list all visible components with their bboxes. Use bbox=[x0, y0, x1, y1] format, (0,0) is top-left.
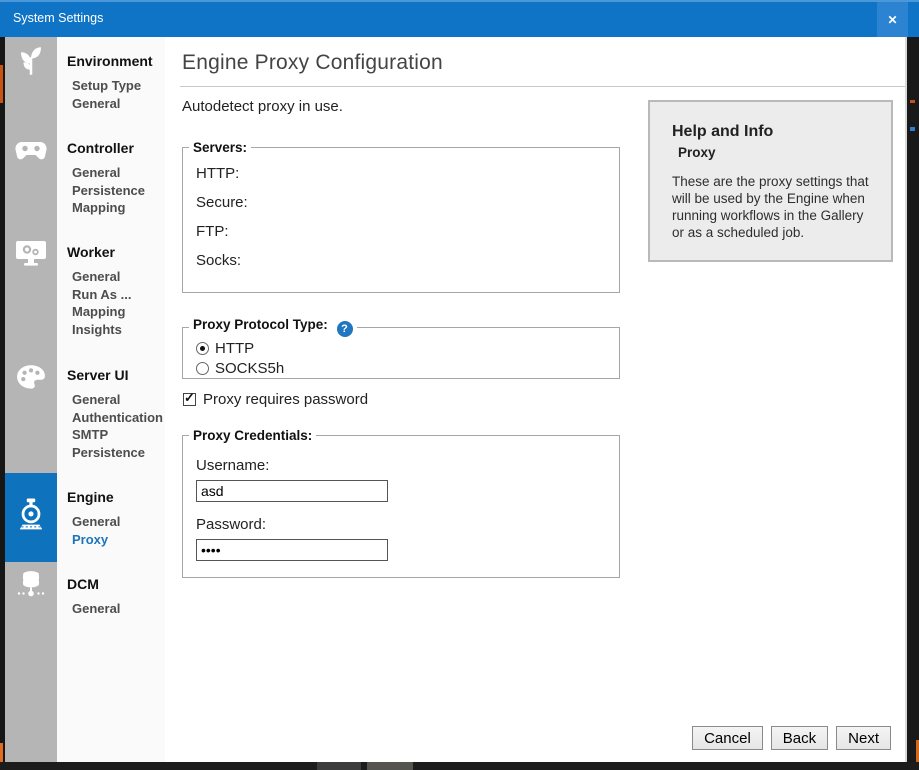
system-settings-dialog: Environment Setup Type General Controlle… bbox=[5, 37, 907, 762]
proxy-credentials-group: Proxy Credentials: Username: Password: bbox=[182, 428, 620, 578]
nav-section-environment: Environment Setup Type General bbox=[67, 53, 163, 112]
nav-section-engine: Engine General Proxy bbox=[67, 489, 163, 548]
nav-item-serverui-authentication[interactable]: Authentication bbox=[72, 409, 163, 427]
nav-header-environment: Environment bbox=[67, 53, 163, 69]
nav-item-serverui-persistence[interactable]: Persistence bbox=[72, 444, 163, 462]
nav-item-worker-general[interactable]: General bbox=[72, 268, 163, 286]
help-panel-title: Help and Info bbox=[672, 123, 879, 141]
proxy-password-checkbox-row[interactable]: ✓ Proxy requires password bbox=[183, 391, 368, 408]
content-pane: Engine Proxy Configuration Autodetect pr… bbox=[165, 37, 905, 762]
taskbar-segment bbox=[367, 762, 413, 770]
close-button[interactable]: ✕ bbox=[877, 2, 908, 37]
nav-item-serverui-smtp[interactable]: SMTP bbox=[72, 426, 163, 444]
radio-http[interactable] bbox=[196, 342, 209, 355]
password-input[interactable] bbox=[196, 539, 388, 561]
username-label: Username: bbox=[196, 457, 619, 474]
icon-rail bbox=[5, 37, 57, 762]
proxy-protocol-legend: Proxy Protocol Type: bbox=[193, 317, 328, 332]
content-header: Engine Proxy Configuration bbox=[180, 51, 905, 87]
cancel-button[interactable]: Cancel bbox=[692, 726, 763, 750]
background-orange-sliver bbox=[0, 743, 3, 763]
nav-item-engine-general[interactable]: General bbox=[72, 513, 163, 531]
taskbar-segment bbox=[317, 762, 361, 770]
background-app-right-edge bbox=[907, 37, 919, 770]
proxy-password-checkbox[interactable]: ✓ bbox=[183, 393, 196, 406]
nav-header-engine: Engine bbox=[67, 489, 163, 505]
nav-item-worker-mapping[interactable]: Mapping bbox=[72, 303, 163, 321]
next-button[interactable]: Next bbox=[836, 726, 891, 750]
proxy-credentials-legend: Proxy Credentials: bbox=[193, 428, 312, 443]
database-network-icon bbox=[5, 570, 57, 600]
help-and-info-panel: Help and Info Proxy These are the proxy … bbox=[648, 100, 893, 262]
proxy-password-checkbox-label: Proxy requires password bbox=[203, 391, 368, 408]
background-orange-sliver bbox=[0, 65, 3, 103]
nav-header-dcm: DCM bbox=[67, 576, 163, 592]
seedling-icon bbox=[5, 46, 57, 76]
nav-item-dcm-general[interactable]: General bbox=[72, 600, 163, 618]
nav-item-setup-type[interactable]: Setup Type bbox=[72, 77, 163, 95]
nav-item-worker-run-as[interactable]: Run As ... bbox=[72, 286, 163, 304]
nav-item-serverui-general[interactable]: General bbox=[72, 391, 163, 409]
server-row-socks: Socks: bbox=[183, 246, 619, 275]
wizard-button-row: Cancel Back Next bbox=[692, 726, 891, 750]
server-row-ftp: FTP: bbox=[183, 217, 619, 246]
nav-item-environment-general[interactable]: General bbox=[72, 95, 163, 113]
help-question-icon[interactable]: ? bbox=[337, 321, 353, 337]
nav-section-server-ui: Server UI General Authentication SMTP Pe… bbox=[67, 367, 163, 461]
background-speck bbox=[910, 127, 915, 131]
nav-item-controller-general[interactable]: General bbox=[72, 164, 163, 182]
nav-item-engine-proxy[interactable]: Proxy bbox=[72, 531, 163, 549]
help-panel-body: These are the proxy settings that will b… bbox=[672, 173, 879, 241]
back-button[interactable]: Back bbox=[771, 726, 828, 750]
nav-item-controller-mapping[interactable]: Mapping bbox=[72, 199, 163, 217]
nav-section-worker: Worker General Run As ... Mapping Insigh… bbox=[67, 244, 163, 338]
username-input[interactable] bbox=[196, 480, 388, 502]
palette-icon bbox=[5, 364, 57, 390]
background-app-left-edge bbox=[0, 37, 5, 770]
locomotive-icon bbox=[16, 498, 46, 537]
radio-socks5h-label: SOCKS5h bbox=[215, 360, 284, 377]
nav-section-dcm: DCM General bbox=[67, 576, 163, 618]
checkmark-icon: ✓ bbox=[184, 390, 195, 406]
active-section-tile-engine[interactable] bbox=[5, 473, 57, 562]
background-speck bbox=[910, 100, 915, 103]
radio-socks5h[interactable] bbox=[196, 362, 209, 375]
servers-group: Servers: HTTP: Secure: FTP: Socks: bbox=[182, 140, 620, 293]
titlebar: System Settings ✕ bbox=[0, 0, 919, 37]
servers-legend: Servers: bbox=[193, 140, 247, 155]
radio-http-label: HTTP bbox=[215, 340, 254, 357]
radio-option-socks5h[interactable]: SOCKS5h bbox=[183, 360, 619, 377]
password-label: Password: bbox=[196, 516, 619, 533]
nav-header-worker: Worker bbox=[67, 244, 163, 260]
server-row-secure: Secure: bbox=[183, 188, 619, 217]
monitor-gears-icon bbox=[5, 240, 57, 268]
radio-option-http[interactable]: HTTP bbox=[183, 340, 619, 357]
nav-item-worker-insights[interactable]: Insights bbox=[72, 321, 163, 339]
nav-item-controller-persistence[interactable]: Persistence bbox=[72, 182, 163, 200]
nav-header-server-ui: Server UI bbox=[67, 367, 163, 383]
window-title: System Settings bbox=[13, 11, 103, 25]
server-row-http: HTTP: bbox=[183, 159, 619, 188]
page-title: Engine Proxy Configuration bbox=[182, 51, 443, 74]
help-panel-subtitle: Proxy bbox=[678, 145, 879, 160]
gamepad-icon bbox=[5, 140, 57, 162]
background-taskbar-strip bbox=[0, 762, 919, 770]
nav-section-controller: Controller General Persistence Mapping bbox=[67, 140, 163, 217]
settings-nav: Environment Setup Type General Controlle… bbox=[57, 37, 165, 762]
proxy-protocol-group: Proxy Protocol Type: ? HTTP SOCKS5h bbox=[182, 317, 620, 379]
nav-header-controller: Controller bbox=[67, 140, 163, 156]
